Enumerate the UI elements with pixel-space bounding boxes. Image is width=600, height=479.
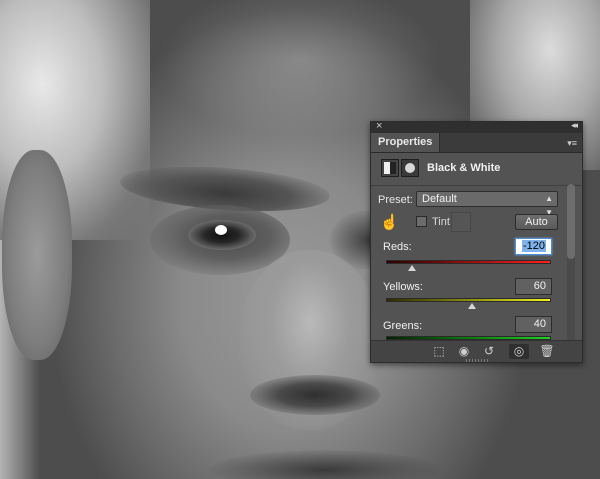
reds-slider-track[interactable] — [386, 260, 551, 264]
auto-button[interactable]: Auto — [515, 214, 558, 230]
slider-label-yellows: Yellows: — [383, 281, 423, 293]
tint-checkbox[interactable] — [416, 216, 427, 227]
close-icon[interactable]: × — [376, 122, 382, 132]
black-white-adjustment-icon[interactable] — [381, 159, 399, 177]
reds-value-field[interactable]: -120 — [515, 238, 552, 255]
preset-value: Default — [422, 193, 457, 205]
slider-label-greens: Greens: — [383, 320, 423, 332]
collapse-icon[interactable]: ◂◂ — [571, 122, 578, 131]
greens-value-field[interactable]: 40 — [515, 316, 552, 333]
panel-menu-icon[interactable]: ▾≡ — [567, 138, 577, 149]
clip-to-layer-icon[interactable]: ⬚ — [431, 344, 447, 359]
yellows-value-field[interactable]: 60 — [515, 278, 552, 295]
photo-eye-glint — [215, 225, 227, 235]
panel-resize-grip[interactable] — [466, 359, 490, 362]
reds-value: -120 — [521, 240, 546, 252]
panel-tabbar: Properties ▾≡ — [371, 133, 582, 153]
photo-ear — [2, 150, 72, 360]
tab-properties[interactable]: Properties — [371, 133, 441, 152]
view-previous-state-icon[interactable]: ◉ — [455, 344, 473, 359]
preset-dropdown[interactable]: Default ▲ ▼ — [416, 191, 558, 217]
reds-slider-thumb[interactable] — [408, 265, 417, 271]
adjustment-title: Black & White — [427, 162, 501, 174]
panel-titlebar[interactable]: × ◂◂ — [371, 122, 582, 133]
visibility-eye-icon[interactable]: ◎ — [509, 344, 529, 359]
layer-mask-icon[interactable] — [401, 159, 419, 177]
scrollbar-thumb[interactable] — [567, 184, 575, 259]
tint-color-swatch[interactable] — [451, 212, 471, 232]
yellows-slider-track[interactable] — [386, 298, 551, 302]
photo-mouth — [210, 450, 440, 479]
tint-label: Tint — [432, 216, 450, 228]
panel-bottom-toolbar: ⬚ ◉ ↺ ◎ 🗑 — [371, 340, 582, 362]
reset-adjustments-icon[interactable]: ↺ — [481, 344, 497, 359]
slider-label-reds: Reds: — [383, 241, 412, 253]
panel-scrollbar[interactable] — [567, 184, 575, 341]
targeted-adjustment-hand-icon[interactable]: ☝ — [380, 213, 400, 231]
photo-nostrils — [250, 375, 380, 415]
properties-panel: × ◂◂ Properties ▾≡ Black & White Preset:… — [370, 121, 583, 363]
yellows-slider-thumb[interactable] — [467, 303, 476, 309]
trash-icon[interactable]: 🗑 — [539, 344, 555, 359]
preset-label: Preset: — [378, 194, 413, 206]
adjustment-header: Black & White — [371, 153, 582, 186]
